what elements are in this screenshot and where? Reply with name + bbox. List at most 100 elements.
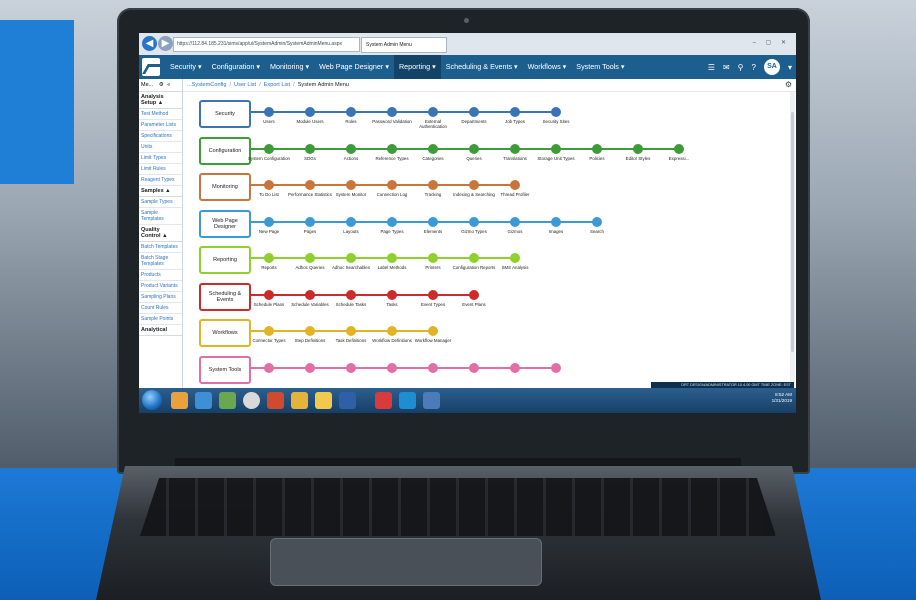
menu-item-configuration[interactable]: Configuration ▾ [207,55,265,79]
category-box[interactable]: System Tools [199,355,251,384]
menu-node[interactable] [469,143,479,154]
menu-node[interactable] [264,253,274,263]
menu-node-label[interactable]: Security Sites [534,119,578,124]
folder-icon[interactable] [315,392,332,409]
back-icon[interactable]: ◀ [142,36,157,51]
menu-node-label[interactable]: Task Definitions [329,338,373,343]
sidebar-item[interactable]: Test Method [139,109,182,120]
internet-explorer-icon[interactable] [195,392,212,409]
vertical-scrollbar[interactable] [790,92,795,388]
sidebar-item[interactable]: Product Variants [139,281,182,292]
menu-node-label[interactable]: Printers [411,265,455,270]
menu-node[interactable] [305,362,315,373]
menu-node[interactable] [305,326,315,336]
menu-node[interactable] [510,107,520,117]
list-icon[interactable]: ☰ [708,63,715,72]
menu-node[interactable] [346,362,356,373]
menu-node-label[interactable]: Configuration Reports [452,265,496,270]
menu-node-label[interactable]: Thread Profiler [493,192,537,197]
skype-icon[interactable] [399,392,416,409]
settings-gear-icon[interactable]: ⚙ [785,80,792,89]
menu-node[interactable] [264,326,274,336]
menu-node-label[interactable]: Departments [452,119,496,124]
system-clock[interactable]: 8:52 AM 1/31/2019 [772,392,792,404]
menu-node[interactable] [428,362,438,373]
menu-node-label[interactable]: Connector Types [247,338,291,343]
category-box[interactable]: Monitoring [199,173,251,201]
menu-node-label[interactable]: Adhoc Queries [288,265,332,270]
menu-node[interactable] [264,362,274,373]
search-icon[interactable]: ⚲ [738,63,744,72]
menu-node[interactable] [510,253,520,263]
sidebar-item[interactable]: Limit Types [139,153,182,164]
menu-node-label[interactable]: Page Types [370,229,414,234]
menu-node-label[interactable]: Adhoc Searchables [329,265,373,270]
menu-node[interactable] [551,107,561,117]
menu-node[interactable] [305,289,315,300]
sidebar-item[interactable]: Batch Stage Templates [139,253,182,270]
menu-node-label[interactable]: Step Definitions [288,338,332,343]
menu-node-label[interactable]: Images [534,229,578,234]
menu-node[interactable] [592,216,602,227]
menu-node-label[interactable]: Layouts [329,229,373,234]
category-box[interactable]: Workflows [199,319,251,347]
menu-item-workflows[interactable]: Workflows ▾ [523,55,572,79]
menu-node-label[interactable]: Categories [411,156,455,161]
menu-node[interactable] [264,143,274,154]
menu-node[interactable] [510,216,520,227]
sidebar-item[interactable]: Reagent Types [139,175,182,186]
menu-node[interactable] [428,180,438,190]
menu-node-label[interactable]: Job Types [493,119,537,124]
menu-node-label[interactable]: SDGs [288,156,332,161]
media-player-icon[interactable] [171,392,188,409]
menu-node[interactable] [387,143,397,154]
mail-icon[interactable]: ✉ [723,63,730,72]
collapse-icon[interactable]: « [167,82,170,88]
mail-app-icon[interactable] [291,392,308,409]
menu-node[interactable] [387,326,397,336]
category-box[interactable]: Configuration [199,136,251,165]
menu-node-label[interactable]: Performance Statistics [288,192,332,197]
gear-icon[interactable]: ⚙ [159,82,164,88]
menu-node-label[interactable]: Indexing & Searching [452,192,496,197]
menu-node[interactable] [387,180,397,190]
sidebar-item[interactable]: Count Rules [139,303,182,314]
address-bar[interactable]: https://112.84.185.231/sims/app/ui/Syste… [173,37,360,52]
menu-item-system-tools[interactable]: System Tools ▾ [571,55,629,79]
menu-node[interactable] [346,216,356,227]
menu-node[interactable] [387,216,397,227]
menu-node[interactable] [264,289,274,300]
menu-node-label[interactable]: Module Users [288,119,332,124]
menu-node-label[interactable]: Event Types [411,302,455,307]
menu-node-label[interactable]: System Monitor [329,192,373,197]
menu-node-label[interactable]: Users [247,119,291,124]
menu-node[interactable] [510,143,520,154]
menu-node-label[interactable]: Gizmo Types [452,229,496,234]
menu-node[interactable] [305,253,315,263]
menu-node-label[interactable]: Roles [329,119,373,124]
menu-node[interactable] [264,107,274,117]
menu-node[interactable] [387,289,397,300]
avatar[interactable]: SA [763,59,780,75]
sidebar-item[interactable]: Sampling Plans [139,292,182,303]
menu-node-label[interactable]: System Configuration [247,156,291,161]
menu-node[interactable] [346,289,356,300]
menu-node[interactable] [346,326,356,336]
menu-node[interactable] [387,362,397,373]
menu-node[interactable] [551,216,561,227]
sidebar-item[interactable]: Specifications [139,131,182,142]
menu-node[interactable] [510,180,520,190]
menu-item-web-page-designer[interactable]: Web Page Designer ▾ [314,55,394,79]
app-logo[interactable] [142,58,160,76]
menu-node[interactable] [346,253,356,263]
menu-node[interactable] [469,216,479,227]
menu-node[interactable] [469,253,479,263]
browser-tab[interactable]: System Admin Menu [361,37,447,53]
menu-node[interactable] [264,180,274,190]
sidebar-item[interactable]: Parameter Lists [139,120,182,131]
menu-node[interactable] [469,289,479,300]
app-window-icon[interactable] [423,392,440,409]
menu-node-label[interactable]: SMS Analysis [493,265,537,270]
menu-node-label[interactable]: Queries [452,156,496,161]
menu-node[interactable] [264,216,274,227]
